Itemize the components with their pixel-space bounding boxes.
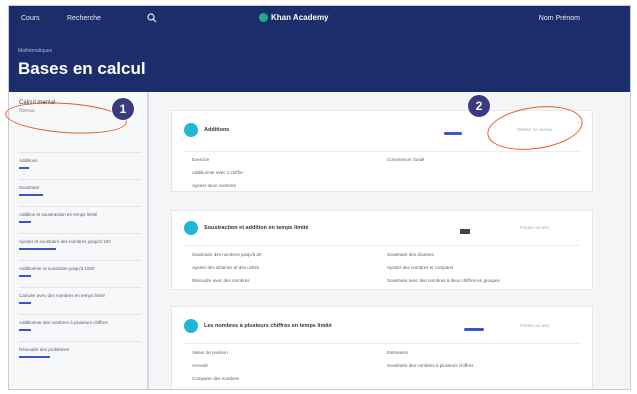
lesson-link[interactable]: Résoudre avec des nombres	[192, 278, 250, 283]
annotation-marker-1: 1	[111, 97, 135, 121]
sidebar-item-label: Ajouter et soustraire des nombres jusqu'…	[19, 239, 111, 244]
divider	[184, 245, 580, 246]
unit-card-title[interactable]: Soustraction et addition en temps limité	[204, 225, 309, 231]
sidebar-item[interactable]: Soustraire	[19, 179, 141, 206]
unit-action-link[interactable]: Passer au test	[520, 225, 549, 230]
unit-card-2: Soustraction et addition en temps limité…	[171, 210, 593, 290]
lesson-link[interactable]: Soustraire avec des nombres à deux chiff…	[387, 278, 500, 283]
lesson-link[interactable]: Comparer des nombres	[192, 376, 239, 381]
sidebar-item-progress	[19, 275, 32, 277]
page-title: Bases en calcul	[18, 59, 146, 78]
unit-card-title[interactable]: Les nombres à plusieurs chiffres en temp…	[204, 323, 332, 329]
lesson-link[interactable]: Estimation	[387, 350, 408, 355]
sidebar-item-label: Addition et soustraction en temps limité	[19, 212, 98, 217]
sidebar-item-label: Calculer avec des nombres en temps limit…	[19, 293, 106, 298]
logo-text: Khan Academy	[271, 13, 329, 22]
status-chip	[460, 229, 470, 234]
hero-banner: Mathématiques Bases en calcul	[9, 34, 630, 92]
annotation-marker-2: 2	[467, 94, 491, 118]
lesson-link[interactable]: Soustraire des nombres à plusieurs chiff…	[387, 363, 473, 368]
lesson-link[interactable]: Commencer l'unité	[387, 157, 424, 162]
nav-search-link[interactable]: Recherche	[67, 15, 101, 22]
lesson-link[interactable]: Valeur de position	[192, 350, 228, 355]
lesson-link[interactable]: Arrondir	[192, 363, 208, 368]
unit-badge-icon	[184, 319, 198, 333]
lesson-link[interactable]: Exercice	[192, 157, 209, 162]
search-icon[interactable]	[147, 13, 157, 23]
lesson-link[interactable]: Soustraire des dizaines	[387, 252, 434, 257]
user-menu[interactable]: Nom Prénom	[539, 15, 580, 22]
sidebar-item-progress	[19, 167, 29, 169]
progress-pill	[444, 132, 462, 135]
sidebar-item-label: Résoudre des problèmes	[19, 347, 70, 352]
lesson-link[interactable]: Ajouter deux nombres	[192, 183, 236, 188]
lesson-link[interactable]: Soustraire des nombres jusqu'à 20	[192, 252, 261, 257]
unit-badge-icon	[184, 221, 198, 235]
leaf-icon	[259, 13, 268, 22]
unit-badge-icon	[184, 123, 198, 137]
lesson-link[interactable]: Ajouter des dizaines et des unités	[192, 265, 259, 270]
sidebar-item[interactable]: Addition et soustraction en temps limité	[19, 206, 141, 233]
unit-card-3: Les nombres à plusieurs chiffres en temp…	[171, 306, 593, 389]
sidebar-item[interactable]: Additions	[19, 152, 141, 179]
sidebar-item-progress	[19, 194, 44, 196]
nav-courses-link[interactable]: Cours	[21, 15, 40, 22]
sidebar-item[interactable]: Résoudre des problèmes	[19, 341, 141, 368]
sidebar-item-progress	[19, 302, 32, 304]
unit-sidebar: Calcul mental Niveau Additions Soustraire…	[9, 92, 149, 389]
browser-frame: Cours Recherche Khan Academy Nom Prénom …	[8, 5, 631, 390]
sidebar-item[interactable]: Calculer avec des nombres en temps limit…	[19, 287, 141, 314]
unit-action-link[interactable]: Passer au test	[520, 323, 549, 328]
sidebar-item-label: Additions	[19, 158, 38, 163]
sidebar-item-label: Additionner des nombres à plusieurs chif…	[19, 320, 108, 325]
sidebar-item[interactable]: Additionner des nombres à plusieurs chif…	[19, 314, 141, 341]
sidebar-item-label: Soustraire	[19, 185, 40, 190]
sidebar-list: Additions Soustraire Addition et soustract…	[19, 152, 141, 368]
sidebar-item-label: Additionner et soustraire jusqu'à 1000	[19, 266, 95, 271]
divider	[184, 343, 580, 344]
sidebar-item[interactable]: Ajouter et soustraire des nombres jusqu'…	[19, 233, 141, 260]
top-navigation-bar: Cours Recherche Khan Academy Nom Prénom	[9, 6, 630, 34]
breadcrumb[interactable]: Mathématiques	[18, 48, 52, 54]
sidebar-item-progress	[19, 329, 32, 331]
unit-card-title[interactable]: Additions	[204, 127, 229, 133]
sidebar-item-progress	[19, 356, 50, 358]
divider	[184, 151, 580, 152]
site-logo[interactable]: Khan Academy	[259, 13, 329, 22]
lesson-link[interactable]: Additionner avec 1 chiffre	[192, 170, 243, 175]
progress-pill	[464, 328, 484, 331]
sidebar-item[interactable]: Additionner et soustraire jusqu'à 1000	[19, 260, 141, 287]
sidebar-item-progress	[19, 221, 32, 223]
lesson-link[interactable]: Ajouter des nombres et comparer	[387, 265, 454, 270]
sidebar-item-progress	[19, 248, 56, 250]
